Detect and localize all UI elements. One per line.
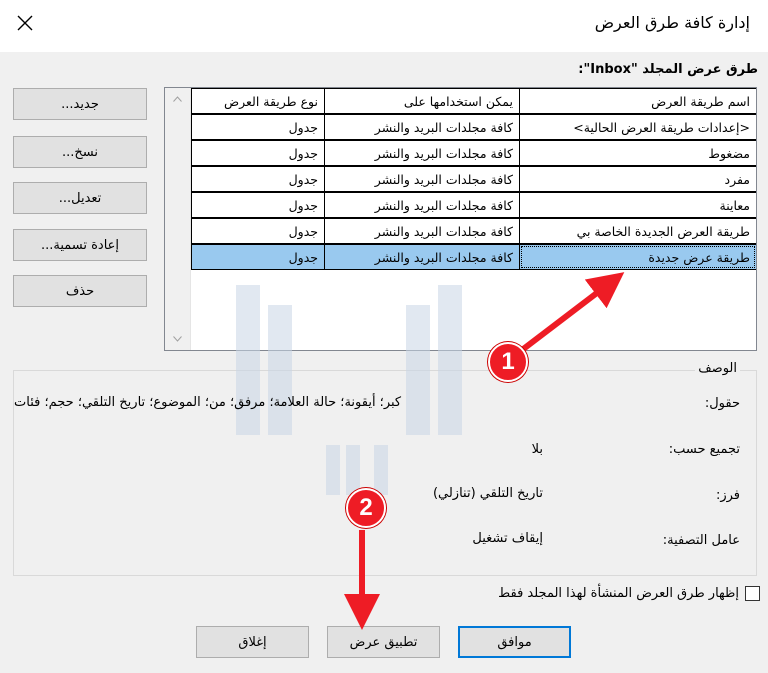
annotation-badge-2: 2 — [346, 488, 386, 528]
row-use: كافة مجلدات البريد والنشر — [324, 166, 520, 192]
row-name: معاينة — [519, 192, 756, 218]
row-type: جدول — [191, 140, 325, 166]
description-title: الوصف — [695, 361, 740, 376]
group-by-label: تجميع حسب: — [668, 442, 740, 457]
row-use: كافة مجلدات البريد والنشر — [324, 192, 520, 218]
row-use: كافة مجلدات البريد والنشر — [324, 218, 520, 244]
row-name: مفرد — [519, 166, 756, 192]
watermark-shape — [406, 305, 430, 435]
column-header-name[interactable]: اسم طريقة العرض — [519, 88, 756, 114]
row-name: <إعدادات طريقة العرض الحالية> — [519, 114, 756, 140]
annotation-badge-1: 1 — [488, 342, 528, 382]
table-row[interactable]: طريقة العرض الجديدة الخاصة بي كافة مجلدا… — [191, 218, 756, 244]
column-header-type[interactable]: نوع طريقة العرض — [191, 88, 325, 114]
row-type: جدول — [191, 218, 325, 244]
row-type: جدول — [191, 166, 325, 192]
table-row[interactable]: مضغوط كافة مجلدات البريد والنشر جدول — [191, 140, 756, 166]
column-header-use[interactable]: يمكن استخدامها على — [324, 88, 520, 114]
row-type: جدول — [191, 114, 325, 140]
watermark-shape — [326, 445, 340, 495]
window-title: إدارة كافة طرق العرض — [594, 13, 750, 32]
current-folder-only-checkbox[interactable] — [745, 586, 760, 601]
group-by-value: بلا — [531, 442, 543, 457]
rename-button[interactable]: إعادة تسمية... — [13, 229, 147, 261]
chevron-up-icon — [173, 95, 182, 102]
table-row[interactable]: <إعدادات طريقة العرض الحالية> كافة مجلدا… — [191, 114, 756, 140]
row-use: كافة مجلدات البريد والنشر — [324, 140, 520, 166]
row-use: كافة مجلدات البريد والنشر — [324, 114, 520, 140]
filter-label: عامل التصفية: — [662, 533, 740, 548]
folder-views-label: طرق عرض المجلد "Inbox": — [578, 62, 758, 77]
current-folder-only-option[interactable]: إظهار طرق العرض المنشأة لهذا المجلد فقط — [498, 586, 760, 601]
sort-label: فرز: — [715, 488, 740, 503]
fields-value: كبر؛ أيقونة؛ حالة العلامة؛ مرفق؛ من؛ الم… — [14, 395, 402, 410]
ok-button[interactable]: موافق — [458, 626, 571, 658]
scroll-up-button[interactable] — [169, 90, 186, 107]
edit-button[interactable]: تعديل... — [13, 182, 147, 214]
close-dialog-button[interactable]: إغلاق — [196, 626, 309, 658]
new-button[interactable]: جديد... — [13, 88, 147, 120]
delete-button[interactable]: حذف — [13, 275, 147, 307]
row-name: طريقة العرض الجديدة الخاصة بي — [519, 218, 756, 244]
close-icon — [17, 15, 33, 31]
current-folder-only-label: إظهار طرق العرض المنشأة لهذا المجلد فقط — [498, 586, 739, 601]
dialog-body: طرق عرض المجلد "Inbox": جديد... نسخ... ت… — [0, 52, 768, 673]
sort-value: تاريخ التلقي (تنازلي) — [432, 486, 543, 501]
row-name: طريقة عرض جديدة — [519, 244, 756, 270]
list-grid: اسم طريقة العرض يمكن استخدامها على نوع ط… — [191, 88, 756, 270]
close-button[interactable] — [0, 0, 50, 46]
watermark-shape — [438, 285, 462, 435]
watermark-shape — [374, 445, 388, 495]
chevron-down-icon — [173, 335, 182, 342]
table-row[interactable]: معاينة كافة مجلدات البريد والنشر جدول — [191, 192, 756, 218]
fields-label: حقول: — [704, 396, 740, 411]
title-bar: إدارة كافة طرق العرض — [0, 0, 768, 52]
filter-value: إيقاف تشغيل — [472, 531, 543, 546]
table-row-selected[interactable]: طريقة عرض جديدة كافة مجلدات البريد والنش… — [191, 244, 756, 270]
watermark-shape — [236, 285, 260, 435]
row-type: جدول — [191, 244, 325, 270]
apply-view-button[interactable]: تطبيق عرض — [327, 626, 440, 658]
row-type: جدول — [191, 192, 325, 218]
row-name: مضغوط — [519, 140, 756, 166]
copy-button[interactable]: نسخ... — [13, 136, 147, 168]
watermark-shape — [268, 305, 292, 435]
row-use: كافة مجلدات البريد والنشر — [324, 244, 520, 270]
vertical-scrollbar[interactable] — [165, 88, 191, 350]
list-header: اسم طريقة العرض يمكن استخدامها على نوع ط… — [191, 88, 756, 114]
watermark-shape — [346, 445, 360, 495]
table-row[interactable]: مفرد كافة مجلدات البريد والنشر جدول — [191, 166, 756, 192]
scroll-down-button[interactable] — [169, 330, 186, 347]
